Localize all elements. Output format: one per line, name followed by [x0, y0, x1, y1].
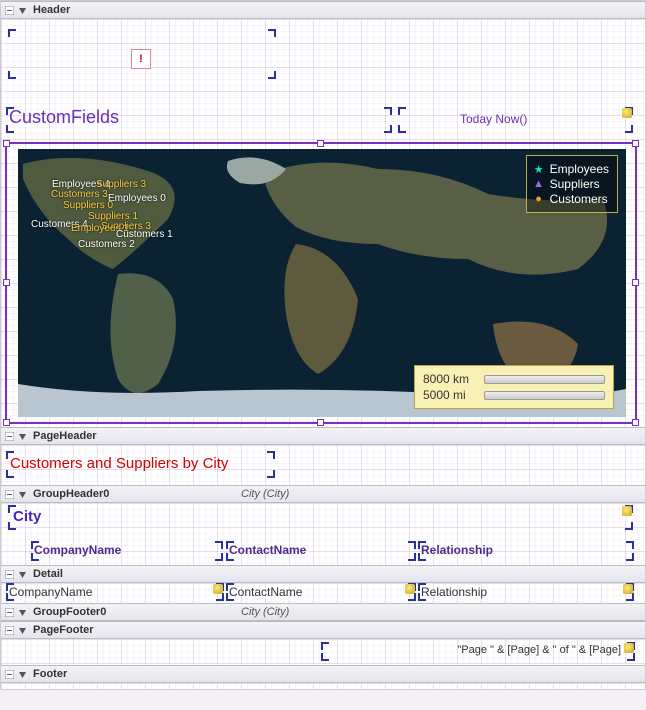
column-header-textbox[interactable]: CompanyName [31, 541, 223, 561]
detail-field-label: ContactName [229, 585, 302, 599]
collapse-icon[interactable] [18, 6, 27, 15]
minus-icon [5, 670, 14, 679]
legend-row: ★ Employees [533, 162, 609, 176]
legend-row: ▲ Suppliers [533, 177, 609, 191]
bind-chip-icon [624, 643, 634, 653]
customfields-textbox[interactable]: CustomFields [6, 107, 392, 133]
map-control[interactable]: Employees 4Suppliers 3Customers 3Employe… [18, 149, 626, 417]
section-title: GroupHeader0 [33, 488, 109, 500]
section-title: Detail [33, 568, 63, 580]
detail-field-label: CompanyName [9, 585, 92, 599]
header-surface[interactable]: ! CustomFields Today Now() [1, 19, 645, 427]
detail-field[interactable]: Relationship [418, 583, 634, 601]
bind-chip-icon [213, 584, 223, 594]
legend-label: Suppliers [550, 177, 600, 191]
section-bar-groupheader[interactable]: GroupHeader0 City (City) [1, 485, 645, 503]
today-now-label: Today Now() [460, 112, 527, 126]
resize-handle[interactable] [632, 419, 639, 426]
collapse-icon[interactable] [18, 670, 27, 679]
legend-label: Employees [550, 162, 609, 176]
section-expr: City (City) [241, 606, 289, 618]
footer-surface[interactable] [1, 683, 645, 689]
today-now-textbox[interactable]: Today Now() [398, 107, 633, 133]
section-title: Header [33, 4, 70, 16]
resize-handle[interactable] [317, 140, 324, 147]
scale-row: 5000 mi [423, 388, 605, 402]
bind-chip-icon [622, 108, 632, 118]
detail-field[interactable]: ContactName [226, 583, 416, 601]
map-point-label: Employees 0 [108, 193, 166, 204]
bind-chip-icon [623, 584, 633, 594]
collapse-icon[interactable] [18, 608, 27, 617]
bind-chip-icon [405, 584, 415, 594]
detail-field[interactable]: CompanyName [6, 583, 224, 601]
collapse-icon[interactable] [18, 570, 27, 579]
column-header-textbox[interactable]: Relationship [418, 541, 634, 561]
scale-value: 8000 km [423, 372, 478, 386]
resize-handle[interactable] [3, 279, 10, 286]
scale-bar [484, 391, 605, 400]
customfields-label: CustomFields [9, 107, 119, 128]
column-header-label: ContactName [229, 543, 306, 557]
legend-label: Customers [550, 192, 608, 206]
map-point-label: Customers 3 [51, 189, 108, 200]
pageheader-surface[interactable]: Customers and Suppliers by City [1, 445, 645, 485]
pagenum-textbox[interactable]: "Page " & [Page] & " of " & [Page] [321, 642, 635, 661]
map-legend: ★ Employees ▲ Suppliers ● Customers [526, 155, 618, 213]
resize-handle[interactable] [3, 140, 10, 147]
city-label: City [13, 508, 41, 525]
minus-icon [5, 432, 14, 441]
section-bar-groupfooter[interactable]: GroupFooter0 City (City) [1, 603, 645, 621]
city-field[interactable]: City [8, 505, 633, 530]
legend-row: ● Customers [533, 192, 609, 206]
report-title: Customers and Suppliers by City [10, 455, 228, 472]
section-bar-footer[interactable]: Footer [1, 665, 645, 683]
scale-value: 5000 mi [423, 388, 478, 402]
column-header-label: CompanyName [34, 543, 121, 557]
groupheader-surface[interactable]: City CompanyName ContactName Relationship [1, 503, 645, 565]
map-scale: 8000 km 5000 mi [414, 365, 614, 409]
resize-handle[interactable] [317, 419, 324, 426]
section-title: PageHeader [33, 430, 97, 442]
column-header-label: Relationship [421, 543, 493, 557]
legend-marker: ▲ [533, 178, 545, 190]
minus-icon [5, 6, 14, 15]
minus-icon [5, 490, 14, 499]
bind-chip-icon [622, 506, 632, 516]
section-bar-detail[interactable]: Detail [1, 565, 645, 583]
legend-marker: ★ [533, 163, 545, 176]
resize-handle[interactable] [632, 279, 639, 286]
title-textbox[interactable]: Customers and Suppliers by City [6, 451, 275, 478]
detail-field-label: Relationship [421, 585, 487, 599]
collapse-icon[interactable] [18, 626, 27, 635]
detail-surface[interactable]: CompanyName ContactName Relationship [1, 583, 645, 603]
section-title: Footer [33, 668, 67, 680]
minus-icon [5, 626, 14, 635]
minus-icon [5, 608, 14, 617]
collapse-icon[interactable] [18, 432, 27, 441]
column-header-textbox[interactable]: ContactName [226, 541, 416, 561]
minus-icon [5, 570, 14, 579]
legend-marker: ● [533, 193, 545, 205]
warning-icon: ! [131, 49, 151, 69]
scale-row: 8000 km [423, 372, 605, 386]
scale-bar [484, 375, 605, 384]
section-bar-pageheader[interactable]: PageHeader [1, 427, 645, 445]
section-bar-pagefooter[interactable]: PageFooter [1, 621, 645, 639]
resize-handle[interactable] [632, 140, 639, 147]
map-point-label: Suppliers 0 [63, 200, 113, 211]
section-expr: City (City) [241, 488, 289, 500]
pagefooter-surface[interactable]: "Page " & [Page] & " of " & [Page] [1, 639, 645, 665]
map-point-label: Customers 2 [78, 239, 135, 250]
collapse-icon[interactable] [18, 490, 27, 499]
section-title: GroupFooter0 [33, 606, 106, 618]
pagenum-expr: "Page " & [Page] & " of " & [Page] [457, 644, 621, 656]
section-title: PageFooter [33, 624, 94, 636]
section-bar-header[interactable]: Header [1, 1, 645, 19]
resize-handle[interactable] [3, 419, 10, 426]
